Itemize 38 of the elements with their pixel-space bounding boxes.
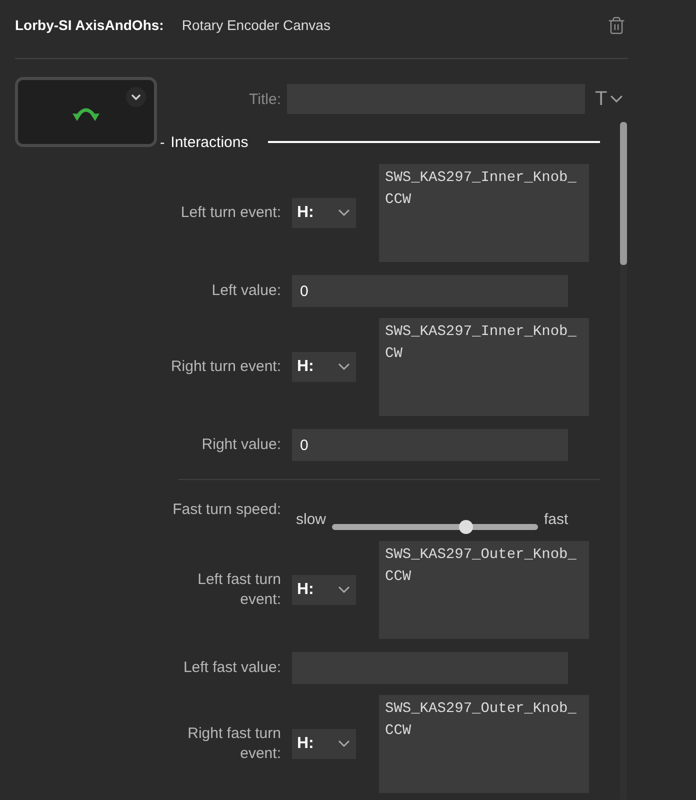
- field-label: Left turn event:: [180, 203, 281, 223]
- field-label: Right turn event:: [170, 357, 281, 377]
- event-field[interactable]: SWS_KAS297_Outer_Knob_CCW: [379, 541, 589, 639]
- app-name: Lorby-SI AxisAndOhs:: [15, 17, 164, 33]
- chevron-down-icon: [126, 87, 146, 107]
- event-field[interactable]: SWS_KAS297_Inner_Knob_CW: [379, 318, 589, 416]
- page-title: Rotary Encoder Canvas: [182, 17, 330, 33]
- chevron-down-icon: [338, 740, 350, 748]
- format-button[interactable]: T: [595, 88, 624, 110]
- event-type-select[interactable]: H:: [292, 575, 356, 605]
- chevron-down-icon: [338, 586, 350, 594]
- chevron-down-icon: [338, 209, 350, 217]
- collapse-toggle[interactable]: -: [160, 134, 165, 150]
- delete-button[interactable]: [607, 16, 626, 34]
- value-field[interactable]: 0: [292, 429, 568, 461]
- event-field[interactable]: SWS_KAS297_Inner_Knob_CCW: [379, 164, 589, 262]
- event-field[interactable]: SWS_KAS297_Outer_Knob_CCW: [379, 695, 589, 793]
- field-label: Right fast turn event:: [186, 724, 281, 764]
- field-label: Right value:: [200, 435, 281, 455]
- chevron-down-icon: [338, 363, 350, 371]
- slider-thumb[interactable]: [458, 520, 473, 534]
- chevron-down-icon: [610, 95, 624, 103]
- field-label: Left fast turn event:: [196, 570, 281, 610]
- field-label: Fast turn speed:: [172, 500, 281, 520]
- trash-icon: [607, 16, 626, 34]
- field-label: Left fast value:: [182, 658, 281, 678]
- fast-label: fast: [544, 510, 568, 530]
- slow-label: slow: [296, 510, 326, 530]
- scrollbar-track[interactable]: [620, 122, 627, 800]
- title-label: Title:: [248, 90, 281, 108]
- scrollbar-thumb[interactable]: [620, 122, 627, 265]
- event-type-select[interactable]: H:: [292, 729, 356, 759]
- event-type-select[interactable]: H:: [292, 352, 356, 382]
- event-type-select[interactable]: H:: [292, 198, 356, 228]
- preview-tile[interactable]: [15, 77, 157, 147]
- value-field[interactable]: 0: [292, 275, 568, 307]
- section-title: Interactions: [170, 134, 248, 150]
- field-label: Left value:: [210, 281, 281, 301]
